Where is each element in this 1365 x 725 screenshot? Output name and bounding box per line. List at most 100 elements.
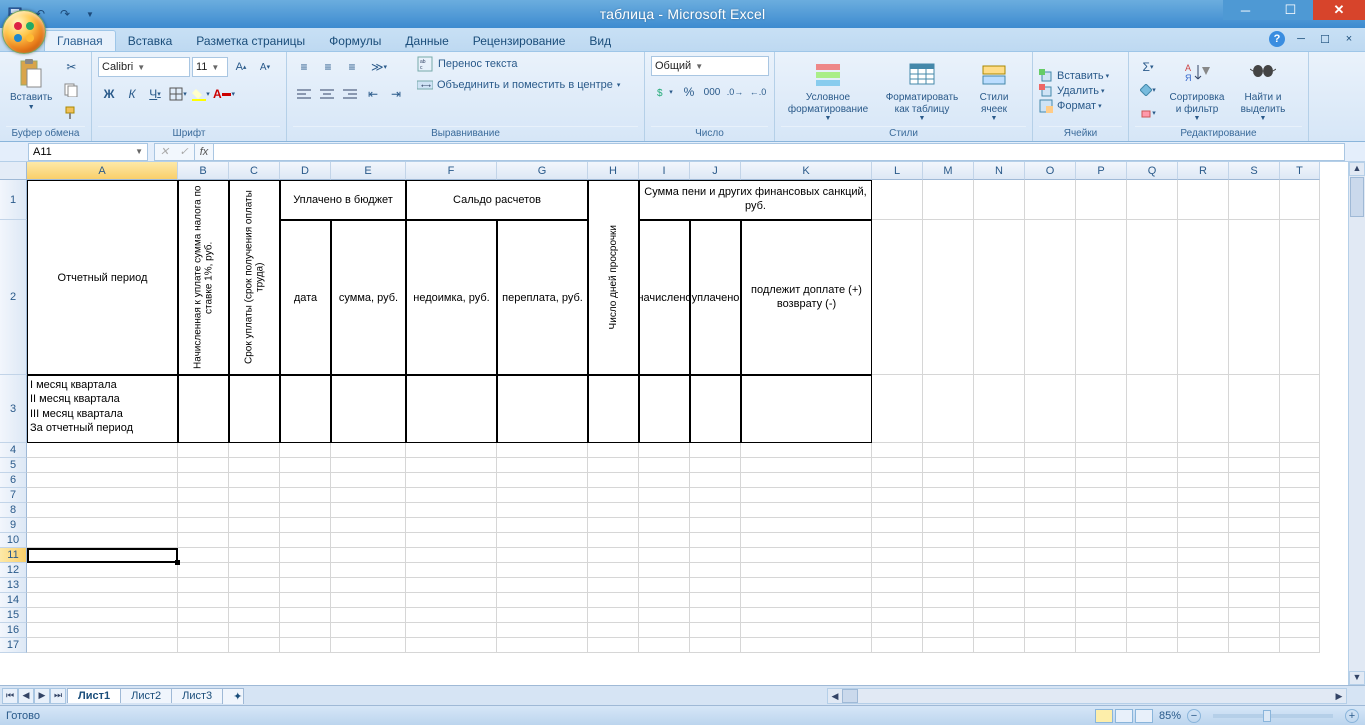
cell-K12[interactable] xyxy=(741,563,872,578)
cell-J11[interactable] xyxy=(690,548,741,563)
cell-L16[interactable] xyxy=(872,623,923,638)
col-header-N[interactable]: N xyxy=(974,162,1025,180)
cell-C14[interactable] xyxy=(229,593,280,608)
cell-T16[interactable] xyxy=(1280,623,1320,638)
row-header-4[interactable]: 4 xyxy=(0,443,27,458)
clear-icon[interactable]: ▾ xyxy=(1135,102,1161,124)
cell-B12[interactable] xyxy=(178,563,229,578)
conditional-formatting-button[interactable]: Условное форматирование▼ xyxy=(781,56,875,125)
sheet-tab-1[interactable]: Лист1 xyxy=(67,688,121,703)
tab-formulas[interactable]: Формулы xyxy=(317,31,393,51)
cell-H17[interactable] xyxy=(588,638,639,653)
cell-P17[interactable] xyxy=(1076,638,1127,653)
select-all-corner[interactable] xyxy=(0,162,27,180)
cell-B11[interactable] xyxy=(178,548,229,563)
cell-M4[interactable] xyxy=(923,443,974,458)
horizontal-scrollbar[interactable]: ◀ ▶ xyxy=(827,688,1347,704)
align-bottom-icon[interactable]: ≡ xyxy=(341,56,363,78)
cell-A15[interactable] xyxy=(27,608,178,623)
decrease-font-icon[interactable]: A▾ xyxy=(254,56,276,78)
font-name-combo[interactable]: Calibri▼ xyxy=(98,57,190,77)
cell-E9[interactable] xyxy=(331,518,406,533)
cell-R5[interactable] xyxy=(1178,458,1229,473)
cell-E10[interactable] xyxy=(331,533,406,548)
cell-K15[interactable] xyxy=(741,608,872,623)
cell-Q17[interactable] xyxy=(1127,638,1178,653)
column-headers[interactable]: ABCDEFGHIJKLMNOPQRST xyxy=(27,162,1320,180)
cell-C15[interactable] xyxy=(229,608,280,623)
cell-F12[interactable] xyxy=(406,563,497,578)
table-cell[interactable] xyxy=(229,375,280,443)
formula-input[interactable] xyxy=(214,143,1345,161)
cell-Q7[interactable] xyxy=(1127,488,1178,503)
cell-O10[interactable] xyxy=(1025,533,1076,548)
cell-D12[interactable] xyxy=(280,563,331,578)
cell-P2[interactable] xyxy=(1076,220,1127,375)
cell-H4[interactable] xyxy=(588,443,639,458)
cell-G5[interactable] xyxy=(497,458,588,473)
table-cell[interactable]: уплачено xyxy=(690,220,741,375)
table-cell[interactable]: Уплачено в бюджет xyxy=(280,180,406,220)
cell-J15[interactable] xyxy=(690,608,741,623)
cell-D13[interactable] xyxy=(280,578,331,593)
col-header-P[interactable]: P xyxy=(1076,162,1127,180)
row-header-3[interactable]: 3 xyxy=(0,375,27,443)
row-header-6[interactable]: 6 xyxy=(0,473,27,488)
row-header-11[interactable]: 11 xyxy=(0,548,27,563)
increase-font-icon[interactable]: A▴ xyxy=(230,56,252,78)
sheet-tab-2[interactable]: Лист2 xyxy=(120,688,172,703)
cell-Q4[interactable] xyxy=(1127,443,1178,458)
cell-O12[interactable] xyxy=(1025,563,1076,578)
cell-K17[interactable] xyxy=(741,638,872,653)
cell-K16[interactable] xyxy=(741,623,872,638)
cell-F16[interactable] xyxy=(406,623,497,638)
cell-L9[interactable] xyxy=(872,518,923,533)
cell-L13[interactable] xyxy=(872,578,923,593)
format-cells-button[interactable]: Формат▾ xyxy=(1039,99,1102,113)
table-cell[interactable]: Начисленная к уплате сумма налога по ста… xyxy=(178,180,229,375)
cell-R3[interactable] xyxy=(1178,375,1229,443)
cell-N3[interactable] xyxy=(974,375,1025,443)
help-icon[interactable]: ? xyxy=(1269,31,1285,47)
cell-F14[interactable] xyxy=(406,593,497,608)
normal-view-icon[interactable] xyxy=(1095,709,1113,723)
cell-O14[interactable] xyxy=(1025,593,1076,608)
cell-A16[interactable] xyxy=(27,623,178,638)
table-cell[interactable]: переплата, руб. xyxy=(497,220,588,375)
cell-I9[interactable] xyxy=(639,518,690,533)
cell-S4[interactable] xyxy=(1229,443,1280,458)
h-scroll-thumb[interactable] xyxy=(842,689,858,703)
cell-M3[interactable] xyxy=(923,375,974,443)
wrap-text-button[interactable]: abc Перенос текста xyxy=(417,56,620,72)
cell-J7[interactable] xyxy=(690,488,741,503)
table-cell[interactable]: дата xyxy=(280,220,331,375)
cell-A12[interactable] xyxy=(27,563,178,578)
cell-D9[interactable] xyxy=(280,518,331,533)
cell-L7[interactable] xyxy=(872,488,923,503)
table-cell[interactable]: Сумма пени и других финансовых санкций, … xyxy=(639,180,872,220)
row-header-7[interactable]: 7 xyxy=(0,488,27,503)
align-top-icon[interactable]: ≡ xyxy=(293,56,315,78)
cell-E6[interactable] xyxy=(331,473,406,488)
cell-Q10[interactable] xyxy=(1127,533,1178,548)
delete-cells-button[interactable]: Удалить▾ xyxy=(1039,84,1105,98)
col-header-K[interactable]: K xyxy=(741,162,872,180)
cell-H9[interactable] xyxy=(588,518,639,533)
cell-C6[interactable] xyxy=(229,473,280,488)
cell-F8[interactable] xyxy=(406,503,497,518)
cell-T12[interactable] xyxy=(1280,563,1320,578)
cell-N9[interactable] xyxy=(974,518,1025,533)
cell-C5[interactable] xyxy=(229,458,280,473)
table-cell[interactable] xyxy=(280,375,331,443)
comma-icon[interactable]: 000 xyxy=(701,81,723,103)
cell-N2[interactable] xyxy=(974,220,1025,375)
row-header-17[interactable]: 17 xyxy=(0,638,27,653)
sheet-tab-3[interactable]: Лист3 xyxy=(171,688,223,703)
col-header-B[interactable]: B xyxy=(178,162,229,180)
table-cell[interactable] xyxy=(639,375,690,443)
qat-dropdown-icon[interactable]: ▼ xyxy=(79,3,101,25)
cell-J8[interactable] xyxy=(690,503,741,518)
cell-D5[interactable] xyxy=(280,458,331,473)
cell-H10[interactable] xyxy=(588,533,639,548)
cell-R14[interactable] xyxy=(1178,593,1229,608)
